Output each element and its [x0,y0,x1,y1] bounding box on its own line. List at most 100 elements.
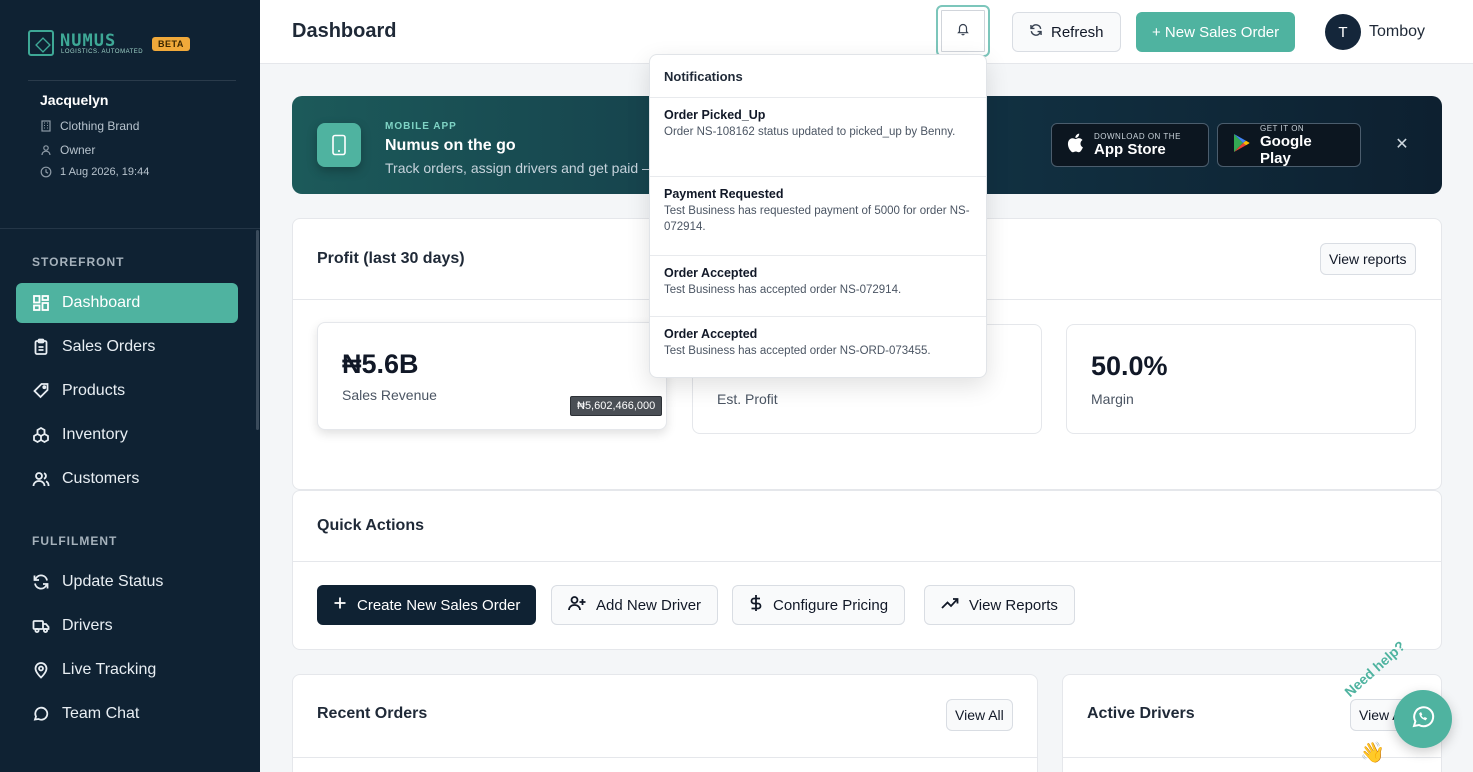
notification-body: Test Business has accepted order NS-ORD-… [664,345,931,357]
notification-item[interactable]: Order Accepted Test Business has accepte… [650,255,986,317]
view-reports-button[interactable]: View reports [1320,243,1416,275]
banner-text: Track orders, assign drivers and get pai… [385,160,657,176]
recent-orders-card: Recent Orders View All [292,674,1038,772]
map-pin-icon [32,661,50,679]
clipboard-icon [32,338,50,356]
sidebar-item-label: Sales Orders [62,338,156,355]
sidebar-item-live-tracking[interactable]: Live Tracking [16,650,238,690]
google-play-text: GET IT ON Google Play [1260,124,1346,167]
notifications-heading: Notifications [664,69,743,84]
clock-icon [40,166,52,178]
truck-icon [32,617,50,635]
sidebar-item-label: Customers [62,470,140,487]
whatsapp-button[interactable] [1394,690,1452,748]
banner-kicker: MOBILE APP [385,121,457,132]
sidebar-item-drivers[interactable]: Drivers [16,606,238,646]
new-sales-order-button[interactable]: + New Sales Order [1136,12,1296,52]
brand-logo[interactable]: NUMUS LOGISTICS. AUTOMATED BETA [28,30,238,60]
sidebar-item-label: Live Tracking [62,661,157,678]
user-icon [40,144,52,156]
recent-orders-title: Recent Orders [317,705,428,722]
building-icon [40,120,52,132]
sidebar-item-products[interactable]: Products [16,371,238,411]
stat-label: Est. Profit [717,391,778,407]
app-store-small-label: Download on the [1094,132,1181,141]
profile-name: Jacquelyn [40,92,109,108]
refresh-icon [1029,23,1043,41]
grid-icon [32,294,50,312]
notification-title: Payment Requested [664,187,784,201]
profile-business-label: Clothing Brand [60,119,140,133]
notification-item[interactable]: Order Picked_Up Order NS-108162 status u… [650,97,986,177]
sidebar-item-label: Team Chat [62,705,140,722]
wave-emoji: 👋 [1360,742,1385,764]
quick-actions-title: Quick Actions [317,517,424,534]
button-label: Configure Pricing [773,596,889,614]
sidebar-item-sales-orders[interactable]: Sales Orders [16,327,238,367]
page-title: Dashboard [292,20,397,42]
beta-badge: BETA [152,37,190,51]
logo-icon [28,30,54,56]
create-sales-order-button[interactable]: Create New Sales Order [317,585,537,625]
sidebar-item-label: Dashboard [62,294,141,311]
notification-body: Test Business has requested payment of 5… [664,205,970,233]
sidebar-item-customers[interactable]: Customers [16,459,238,499]
google-play-small-label: GET IT ON [1260,123,1305,133]
sidebar-item-update-status[interactable]: Update Status [16,562,238,602]
add-driver-button[interactable]: Add New Driver [551,585,719,625]
whatsapp-icon [1410,704,1436,735]
view-reports-quick-button[interactable]: View Reports [924,585,1075,625]
notification-item[interactable]: Payment Requested Test Business has requ… [650,176,986,256]
google-play-icon [1232,133,1250,158]
button-label: Add New Driver [596,596,702,614]
sidebar-item-dashboard[interactable]: Dashboard [16,283,238,323]
chat-icon [32,705,50,723]
sidebar-scrollbar[interactable] [256,230,259,430]
brand-tagline: LOGISTICS. AUTOMATED [61,49,144,55]
user-name[interactable]: Tomboy [1369,23,1425,41]
close-icon[interactable]: ✕ [1392,134,1412,154]
user-plus-icon [568,595,586,615]
trending-up-icon [941,596,959,614]
notifications-button[interactable] [936,5,990,57]
active-drivers-card: Active Drivers View All [1062,674,1442,772]
users-icon [32,470,50,488]
refresh-label: Refresh [1051,23,1104,41]
notification-title: Order Picked_Up [664,108,766,122]
active-drivers-title: Active Drivers [1087,705,1195,722]
apple-icon [1066,133,1084,158]
stat-value: ₦5.6B [342,349,419,379]
avatar[interactable]: T [1325,14,1361,50]
app-store-label: App Store [1094,141,1166,158]
app-store-text: Download on the App Store [1094,132,1181,158]
dollar-icon [749,594,763,616]
refresh-button[interactable]: Refresh [1012,12,1121,52]
stat-label: Sales Revenue [342,387,437,403]
sidebar-item-inventory[interactable]: Inventory [16,415,238,455]
notification-item[interactable]: Order Accepted Test Business has accepte… [650,316,986,377]
sidebar-item-label: Update Status [62,573,164,590]
stat-value: 50.0% [1091,351,1168,381]
profit-title: Profit (last 30 days) [317,250,465,267]
button-label: View Reports [969,596,1058,614]
stat-label: Margin [1091,391,1134,407]
profile-role-label: Owner [60,143,96,157]
google-play-button[interactable]: GET IT ON Google Play [1217,123,1361,167]
app-store-button[interactable]: Download on the App Store [1051,123,1209,167]
banner-title: Numus on the go [385,137,516,154]
section-label-fulfilment: FULFILMENT [32,534,118,548]
sidebar-item-label: Drivers [62,617,113,634]
quick-actions-card: Quick Actions [292,490,1442,650]
stat-margin: 50.0% Margin [1066,324,1416,434]
notification-body: Test Business has accepted order NS-0729… [664,284,902,296]
sidebar-item-label: Inventory [62,426,128,443]
tag-icon [32,382,50,400]
sidebar: NUMUS LOGISTICS. AUTOMATED BETA Jacquely… [0,0,260,772]
notification-title: Order Accepted [664,266,758,280]
boxes-icon [32,426,50,444]
configure-pricing-button[interactable]: Configure Pricing [732,585,906,625]
sidebar-item-team-chat[interactable]: Team Chat [16,694,238,734]
profile-datetime: 1 Aug 2026, 19:44 [40,166,149,178]
view-all-orders-button[interactable]: View All [946,699,1013,731]
section-label-storefront: STOREFRONT [32,255,125,269]
